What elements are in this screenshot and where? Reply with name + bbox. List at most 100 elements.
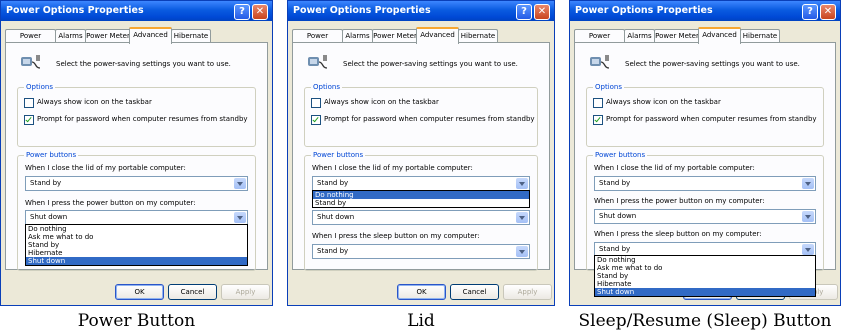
option-shut-down[interactable]: Shut down	[595, 288, 815, 296]
taskbar-checkbox[interactable]	[24, 98, 34, 108]
option-hibernate[interactable]: Hibernate	[26, 249, 247, 257]
power-button-label: When I press the power button on my comp…	[594, 197, 765, 205]
intro-text: Select the power-saving settings you wan…	[625, 60, 800, 68]
password-checkbox[interactable]	[311, 115, 321, 125]
chevron-down-icon[interactable]	[802, 211, 814, 222]
option-shut-down[interactable]: Shut down	[26, 257, 247, 265]
chevron-down-icon[interactable]	[516, 246, 528, 257]
option-ask-me[interactable]: Ask me what to do	[26, 233, 247, 241]
options-label: Options	[593, 83, 625, 91]
sleep-button-label: When I press the sleep button on my comp…	[312, 232, 480, 240]
cancel-button[interactable]: Cancel	[450, 284, 499, 300]
power-buttons-group: Power buttons When I close the lid of my…	[304, 151, 538, 271]
options-group: Options Always show icon on the taskbar …	[304, 83, 538, 147]
option-stand-by[interactable]: Stand by	[595, 272, 815, 280]
help-button[interactable]: ?	[516, 4, 532, 20]
intro-text: Select the power-saving settings you wan…	[343, 60, 518, 68]
caption-lid: Lid	[407, 311, 435, 331]
title-bar[interactable]: Power Options Properties ? ✕	[288, 1, 554, 21]
tab-power-schemes[interactable]: Power Schemes	[5, 29, 56, 52]
tab-strip: Power Schemes Alarms Power Meter Advance…	[292, 27, 550, 52]
ok-button[interactable]: OK	[397, 284, 446, 300]
tab-advanced[interactable]: Advanced	[698, 27, 741, 44]
power-action-combo[interactable]: Shut down	[594, 209, 816, 224]
dialog-power-button: Power Options Properties ? ✕ Power Schem…	[0, 0, 273, 306]
help-button[interactable]: ?	[802, 4, 818, 20]
tab-hibernate[interactable]: Hibernate	[458, 29, 498, 42]
ok-button[interactable]: OK	[115, 284, 164, 300]
taskbar-checkbox-label[interactable]: Always show icon on the taskbar	[606, 98, 721, 106]
tab-alarms[interactable]: Alarms	[55, 29, 86, 42]
power-action-combo[interactable]: Shut down	[25, 210, 248, 225]
close-button[interactable]: ✕	[820, 4, 836, 20]
tab-alarms[interactable]: Alarms	[342, 29, 373, 42]
password-checkbox-label[interactable]: Prompt for password when computer resume…	[37, 115, 248, 123]
lid-action-value: Stand by	[30, 179, 62, 187]
password-checkbox[interactable]	[593, 115, 603, 125]
window-title: Power Options Properties	[575, 5, 713, 16]
power-plug-icon	[590, 55, 610, 69]
power-buttons-label: Power buttons	[593, 151, 648, 159]
cancel-button[interactable]: Cancel	[168, 284, 217, 300]
option-do-nothing[interactable]: Do nothing	[26, 225, 247, 233]
option-stand-by[interactable]: Stand by	[26, 241, 247, 249]
tab-power-meter[interactable]: Power Meter	[654, 29, 700, 42]
close-icon: ✕	[823, 6, 833, 17]
close-button[interactable]: ✕	[252, 4, 268, 20]
password-checkbox[interactable]	[24, 115, 34, 125]
tab-power-schemes[interactable]: Power Schemes	[292, 29, 343, 52]
chevron-down-icon[interactable]	[802, 178, 814, 189]
title-bar[interactable]: Power Options Properties ? ✕	[570, 1, 840, 21]
chevron-down-icon[interactable]	[516, 212, 528, 223]
title-bar[interactable]: Power Options Properties ? ✕	[1, 1, 272, 21]
chevron-down-icon[interactable]	[802, 244, 814, 255]
option-do-nothing[interactable]: Do nothing	[595, 256, 815, 264]
apply-button[interactable]: Apply	[503, 284, 552, 300]
taskbar-checkbox-label[interactable]: Always show icon on the taskbar	[37, 98, 152, 106]
dialog-sleep-button: Power Options Properties ? ✕ Power Schem…	[569, 0, 841, 306]
option-stand-by[interactable]: Stand by	[313, 199, 529, 207]
intro-text: Select the power-saving settings you wan…	[56, 60, 231, 68]
lid-action-combo[interactable]: Stand by	[25, 176, 248, 191]
taskbar-checkbox[interactable]	[593, 98, 603, 108]
power-action-value: Shut down	[599, 212, 637, 220]
option-ask-me[interactable]: Ask me what to do	[595, 264, 815, 272]
power-action-combo[interactable]: Shut down	[312, 210, 530, 225]
chevron-down-icon[interactable]	[234, 178, 246, 189]
sleep-action-combo[interactable]: Stand by	[312, 244, 530, 259]
chevron-down-icon[interactable]	[234, 212, 246, 223]
sleep-button-label: When I press the sleep button on my comp…	[594, 230, 762, 238]
lid-label: When I close the lid of my portable comp…	[594, 164, 755, 172]
option-do-nothing[interactable]: Do nothing	[313, 191, 529, 199]
tab-advanced[interactable]: Advanced	[416, 27, 459, 44]
apply-button[interactable]: Apply	[221, 284, 270, 300]
power-button-label: When I press the power button on my comp…	[25, 199, 196, 207]
lid-action-combo[interactable]: Stand by	[594, 176, 816, 191]
tab-power-meter[interactable]: Power Meter	[372, 29, 418, 42]
power-plug-icon	[21, 55, 41, 69]
password-checkbox-label[interactable]: Prompt for password when computer resume…	[606, 115, 817, 123]
taskbar-checkbox[interactable]	[311, 98, 321, 108]
help-button[interactable]: ?	[234, 4, 250, 20]
taskbar-checkbox-label[interactable]: Always show icon on the taskbar	[324, 98, 439, 106]
tab-strip: Power Schemes Alarms Power Meter Advance…	[574, 27, 836, 52]
advanced-tab-content: Select the power-saving settings you wan…	[5, 42, 268, 271]
help-icon: ?	[239, 6, 245, 17]
lid-action-combo[interactable]: Stand by	[312, 176, 530, 191]
tab-hibernate[interactable]: Hibernate	[740, 29, 780, 42]
close-icon: ✕	[255, 6, 265, 17]
power-options-window: Power Options Properties ? ✕ Power Schem…	[0, 0, 273, 306]
option-hibernate[interactable]: Hibernate	[595, 280, 815, 288]
advanced-tab-content: Select the power-saving settings you wan…	[574, 42, 836, 297]
tab-advanced[interactable]: Advanced	[129, 27, 172, 44]
tab-power-meter[interactable]: Power Meter	[85, 29, 131, 42]
tab-power-schemes[interactable]: Power Schemes	[574, 29, 625, 52]
tab-hibernate[interactable]: Hibernate	[171, 29, 211, 42]
caption-sleep-button: Sleep/Resume (Sleep) Button	[578, 311, 832, 331]
chevron-down-icon[interactable]	[516, 178, 528, 189]
password-checkbox-label[interactable]: Prompt for password when computer resume…	[324, 115, 535, 123]
close-button[interactable]: ✕	[534, 4, 550, 20]
power-buttons-group: Power buttons When I close the lid of my…	[17, 151, 256, 271]
lid-action-dropdown: Do nothing Stand by	[312, 190, 530, 208]
tab-alarms[interactable]: Alarms	[624, 29, 655, 42]
